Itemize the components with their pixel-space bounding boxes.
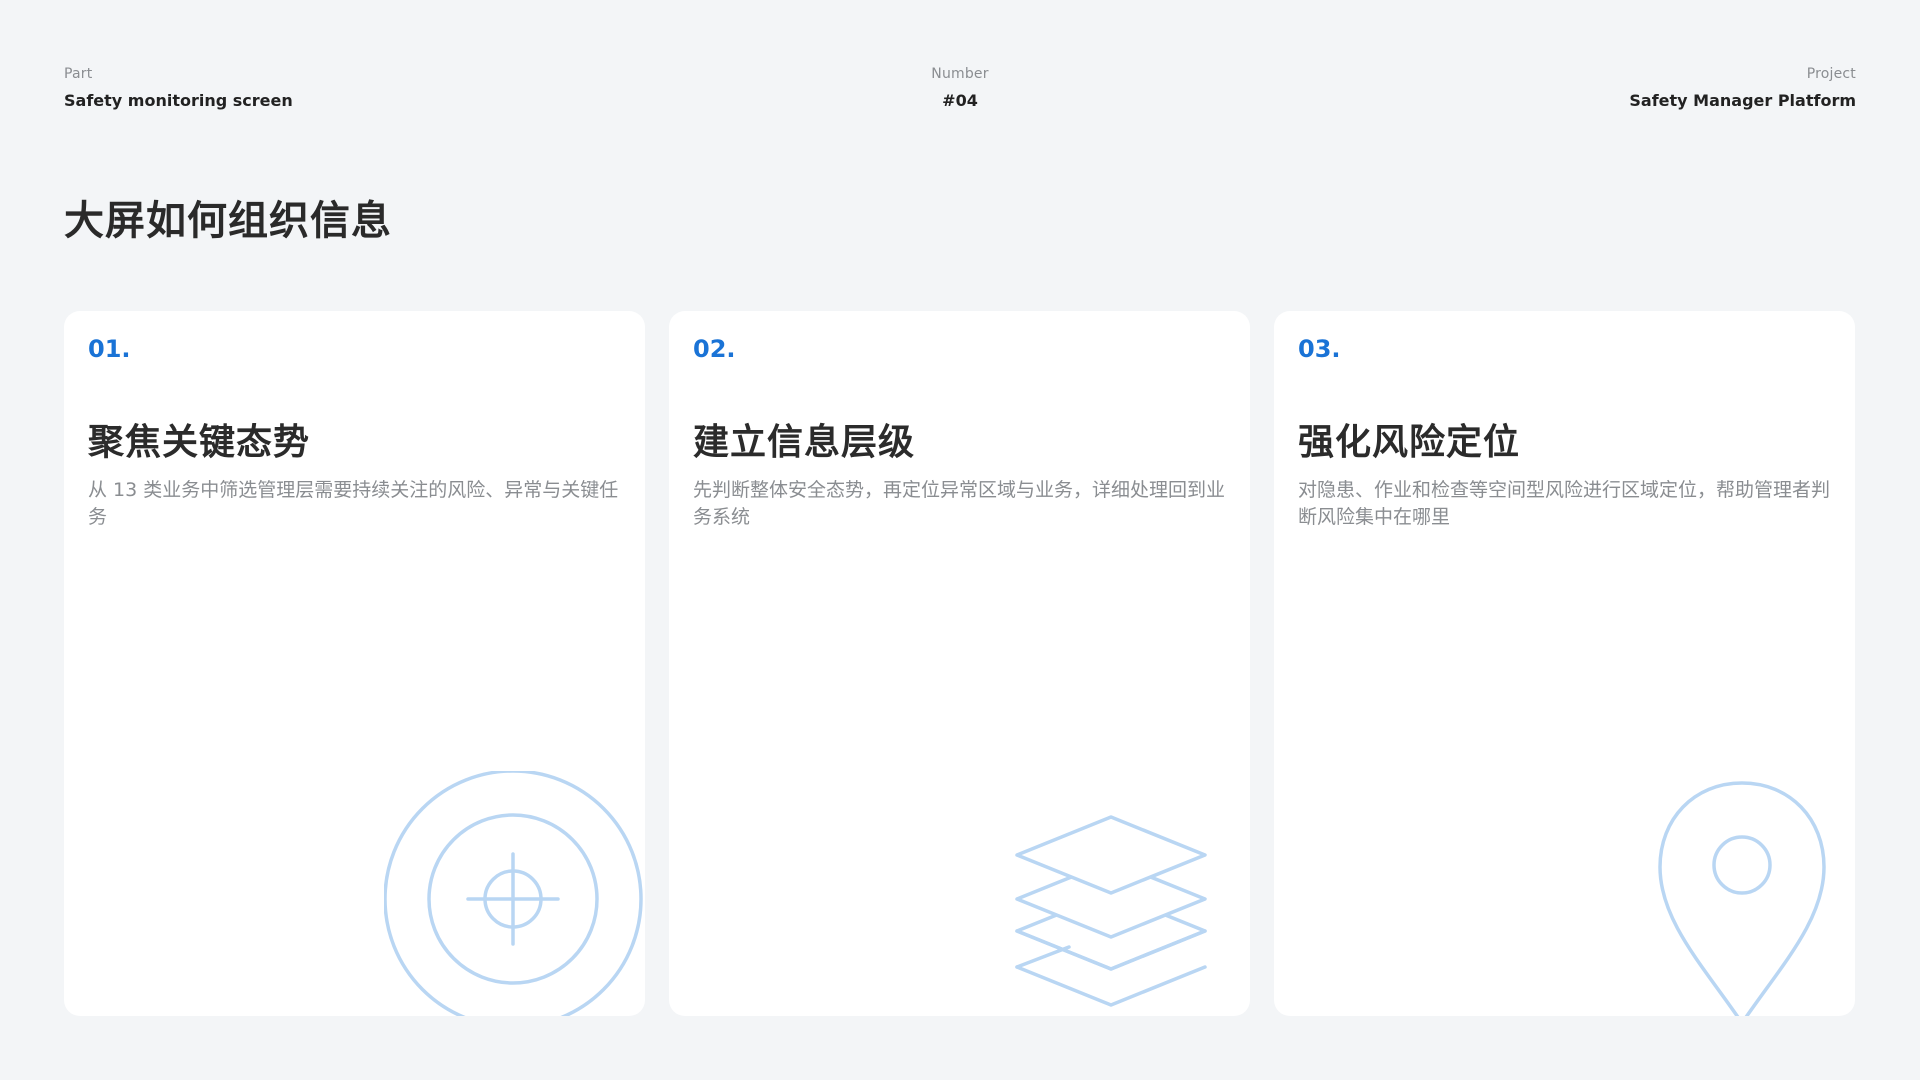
layers-icon xyxy=(1015,815,1207,1007)
page: Part Safety monitoring screen Number #04… xyxy=(0,0,1920,1080)
card-title: 强化风险定位 xyxy=(1298,422,1521,463)
meta-project: Project Safety Manager Platform xyxy=(1629,66,1856,110)
card-number: 02. xyxy=(693,335,736,363)
card-title: 建立信息层级 xyxy=(693,422,916,463)
card-focus: 01. 聚焦关键态势 从 13 类业务中筛选管理层需要持续关注的风险、异常与关键… xyxy=(64,311,645,1016)
card-hierarchy: 02. 建立信息层级 先判断整体安全态势，再定位异常区域与业务，详细处理回到业务… xyxy=(669,311,1250,1016)
card-description: 对隐患、作业和检查等空间型风险进行区域定位，帮助管理者判断风险集中在哪里 xyxy=(1298,479,1831,528)
card-title: 聚焦关键态势 xyxy=(88,422,311,463)
card-number: 01. xyxy=(88,335,131,363)
number-label: Number xyxy=(931,66,989,82)
number-value: #04 xyxy=(942,91,978,110)
card-list: 01. 聚焦关键态势 从 13 类业务中筛选管理层需要持续关注的风险、异常与关键… xyxy=(64,311,1855,1016)
crosshair-target-icon xyxy=(384,771,643,1016)
location-pin-icon xyxy=(1658,781,1826,1016)
card-number: 03. xyxy=(1298,335,1341,363)
card-description: 先判断整体安全态势，再定位异常区域与业务，详细处理回到业务系统 xyxy=(693,479,1226,528)
project-value: Safety Manager Platform xyxy=(1629,91,1856,110)
card-description: 从 13 类业务中筛选管理层需要持续关注的风险、异常与关键任务 xyxy=(88,479,619,528)
card-location: 03. 强化风险定位 对隐患、作业和检查等空间型风险进行区域定位，帮助管理者判断… xyxy=(1274,311,1855,1016)
project-label: Project xyxy=(1806,66,1856,82)
page-title: 大屏如何组织信息 xyxy=(64,198,392,244)
